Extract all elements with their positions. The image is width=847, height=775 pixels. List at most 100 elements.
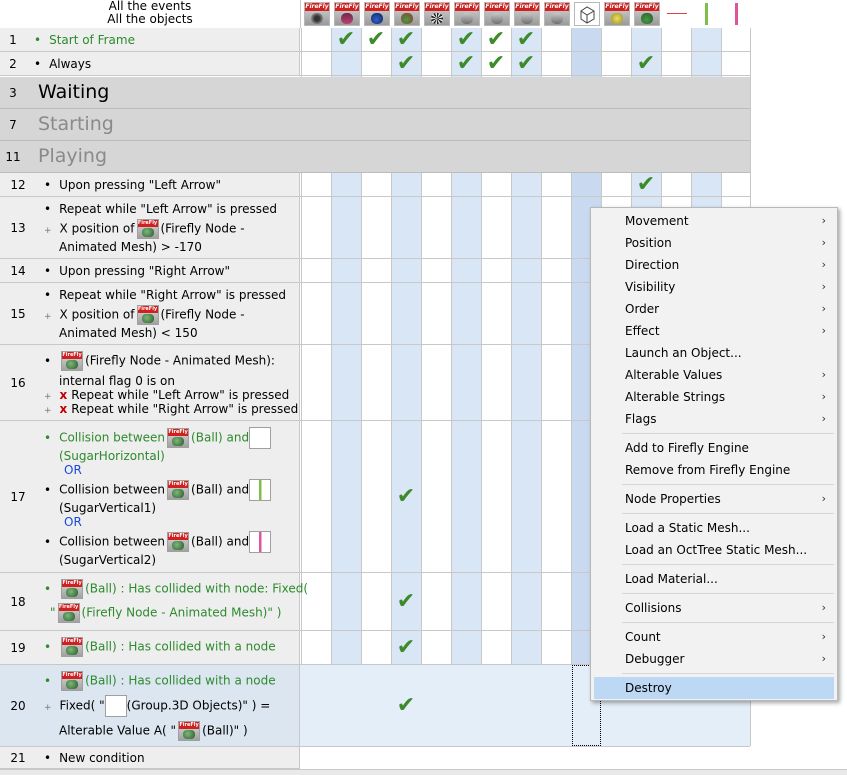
- bottom-scrollbar[interactable]: [0, 769, 847, 775]
- menu-separator: [622, 513, 834, 514]
- firefly-node-icon: FireFly: [136, 305, 159, 325]
- condition-collision-2[interactable]: Collision betweenFireFly(Ball) and: [44, 479, 272, 501]
- condition-collided-node-fixed[interactable]: FireFly(Ball) : Has collided with node: …: [44, 579, 308, 599]
- menu-item-node-properties[interactable]: Node Properties ›: [594, 488, 834, 510]
- action-checkmark[interactable]: ✔: [452, 53, 480, 75]
- condition-x-position[interactable]: X position ofFireFly(Firefly Node -: [44, 305, 245, 325]
- condition-repeat-left[interactable]: Repeat while "Left Arrow" is pressed: [44, 202, 277, 216]
- group-playing[interactable]: 11 Playing: [0, 141, 750, 173]
- firefly-camera-icon[interactable]: FireFly: [304, 2, 330, 26]
- event-row-21[interactable]: 21 New condition: [0, 747, 300, 769]
- new-condition[interactable]: New condition: [44, 751, 144, 765]
- condition-internal-flag[interactable]: FireFly(Firefly Node - Animated Mesh):: [44, 351, 275, 371]
- condition-cell[interactable]: Repeat while "Left Arrow" is pressed X p…: [36, 197, 300, 258]
- firefly-node-icon[interactable]: FireFly: [634, 2, 660, 26]
- condition-cell[interactable]: FireFly(Ball) : Has collided with node: …: [36, 573, 308, 630]
- action-checkmark[interactable]: ✔: [392, 486, 420, 508]
- condition-cell[interactable]: Always: [26, 52, 300, 75]
- condition-negated-left[interactable]: xRepeat while "Left Arrow" is pressed: [44, 388, 290, 402]
- menu-item-load-a-static-mesh[interactable]: Load a Static Mesh...: [594, 517, 834, 539]
- condition-text: Repeat while "Right Arrow" is pressed: [71, 402, 299, 416]
- firefly-ball-icon: FireFly: [61, 579, 84, 599]
- action-checkmark[interactable]: ✔: [392, 591, 420, 613]
- firefly-mesh-icon-4[interactable]: FireFly: [544, 2, 570, 26]
- menu-item-effect[interactable]: Effect ›: [594, 320, 834, 342]
- condition-repeat-right[interactable]: Repeat while "Right Arrow" is pressed: [44, 288, 286, 302]
- action-checkmark[interactable]: ✔: [482, 53, 510, 75]
- horizontal-line-icon[interactable]: [664, 2, 690, 26]
- or-label: OR: [64, 515, 82, 529]
- menu-item-collisions[interactable]: Collisions ›: [594, 597, 834, 619]
- condition-fixed-equals[interactable]: Fixed( " (Group.3D Objects)" ) =: [44, 695, 270, 717]
- vertical-green-bar-icon[interactable]: [694, 2, 720, 26]
- action-checkmark[interactable]: ✔: [392, 29, 420, 51]
- action-checkmark[interactable]: ✔: [392, 53, 420, 75]
- sphere-pattern-icon[interactable]: FireFly: [424, 2, 450, 26]
- condition-cell[interactable]: FireFly(Ball) : Has collided with a node: [36, 631, 300, 664]
- condition-negated-right[interactable]: xRepeat while "Right Arrow" is pressed: [44, 402, 299, 416]
- menu-item-direction[interactable]: Direction ›: [594, 254, 834, 276]
- menu-item-remove-from-firefly-engine[interactable]: Remove from Firefly Engine: [594, 459, 834, 481]
- action-checkmark[interactable]: ✔: [482, 29, 510, 51]
- condition-cell[interactable]: Start of Frame: [26, 28, 300, 51]
- group-starting[interactable]: 7 Starting: [0, 109, 750, 141]
- menu-item-flags[interactable]: Flags ›: [594, 408, 834, 430]
- condition-x-position[interactable]: X position ofFireFly(Firefly Node -: [44, 219, 245, 239]
- firefly-ball-icon[interactable]: FireFly: [394, 2, 420, 26]
- condition-cell[interactable]: Collision betweenFireFly(Ball) and (Suga…: [36, 421, 300, 572]
- menu-item-launch-an-object[interactable]: Launch an Object...: [594, 342, 834, 364]
- action-checkmark[interactable]: ✔: [332, 29, 360, 51]
- menu-item-debugger[interactable]: Debugger ›: [594, 648, 834, 670]
- action-checkmark[interactable]: ✔: [512, 29, 540, 51]
- menu-item-load-material[interactable]: Load Material...: [594, 568, 834, 590]
- firefly-scene-icon[interactable]: FireFly: [334, 2, 360, 26]
- firefly-light-icon[interactable]: FireFly: [604, 2, 630, 26]
- action-checkmark[interactable]: ✔: [452, 29, 480, 51]
- condition-collided-node[interactable]: FireFly(Ball) : Has collided with a node: [44, 671, 276, 691]
- action-checkmark[interactable]: ✔: [632, 174, 660, 196]
- menu-item-visibility[interactable]: Visibility ›: [594, 276, 834, 298]
- menu-item-alterable-values[interactable]: Alterable Values ›: [594, 364, 834, 386]
- condition-always[interactable]: Always: [34, 57, 91, 71]
- condition-cell[interactable]: Upon pressing "Right Arrow": [36, 259, 300, 282]
- condition-collision-3[interactable]: Collision betweenFireFly(Ball) and: [44, 531, 272, 553]
- sugar-vertical-green-icon: [249, 479, 272, 501]
- menu-item-load-an-octtree-static-mesh[interactable]: Load an OctTree Static Mesh...: [594, 539, 834, 561]
- firefly-sphere-icon[interactable]: FireFly: [364, 2, 390, 26]
- action-checkmark[interactable]: ✔: [392, 695, 420, 717]
- condition-cell[interactable]: New condition: [36, 747, 300, 768]
- submenu-arrow-icon: ›: [821, 492, 826, 505]
- condition-collided-node[interactable]: FireFly(Ball) : Has collided with a node: [44, 637, 276, 657]
- menu-item-destroy[interactable]: Destroy: [594, 677, 834, 699]
- condition-text: Collision between: [59, 534, 166, 549]
- action-checkmark[interactable]: ✔: [512, 53, 540, 75]
- condition-collision-1[interactable]: Collision betweenFireFly(Ball) and: [44, 427, 272, 449]
- cube-group-icon[interactable]: [574, 2, 600, 26]
- condition-start-of-frame[interactable]: Start of Frame: [34, 33, 135, 47]
- condition-cell[interactable]: Repeat while "Right Arrow" is pressed X …: [36, 283, 300, 344]
- menu-item-count[interactable]: Count ›: [594, 626, 834, 648]
- condition-text: Alterable Value A( ": [59, 723, 177, 738]
- vertical-pink-bar-icon[interactable]: [724, 2, 750, 26]
- menu-item-order[interactable]: Order ›: [594, 298, 834, 320]
- menu-item-alterable-strings[interactable]: Alterable Strings ›: [594, 386, 834, 408]
- condition-cell[interactable]: FireFly(Ball) : Has collided with a node…: [36, 665, 300, 746]
- condition-right-arrow[interactable]: Upon pressing "Right Arrow": [44, 264, 230, 278]
- event-editor: All the events All the objects FireFly Fi…: [0, 0, 847, 775]
- menu-item-add-to-firefly-engine[interactable]: Add to Firefly Engine: [594, 437, 834, 459]
- firefly-mesh-icon-2[interactable]: FireFly: [484, 2, 510, 26]
- condition-left-arrow[interactable]: Upon pressing "Left Arrow": [44, 178, 221, 192]
- action-checkmark[interactable]: ✔: [392, 637, 420, 659]
- row-number: 19: [0, 631, 37, 664]
- condition-cell[interactable]: FireFly(Firefly Node - Animated Mesh): i…: [36, 345, 300, 420]
- firefly-mesh-icon-3[interactable]: FireFly: [514, 2, 540, 26]
- firefly-mesh-icon[interactable]: FireFly: [454, 2, 480, 26]
- condition-text: ": [50, 605, 56, 620]
- group-waiting[interactable]: 3 Waiting: [0, 77, 750, 109]
- condition-cell[interactable]: Upon pressing "Left Arrow": [36, 173, 300, 196]
- menu-item-position[interactable]: Position ›: [594, 232, 834, 254]
- action-checkmark[interactable]: ✔: [362, 29, 390, 51]
- firefly-ball-icon: FireFly: [178, 721, 201, 741]
- action-checkmark[interactable]: ✔: [632, 53, 660, 75]
- menu-item-movement[interactable]: Movement ›: [594, 210, 834, 232]
